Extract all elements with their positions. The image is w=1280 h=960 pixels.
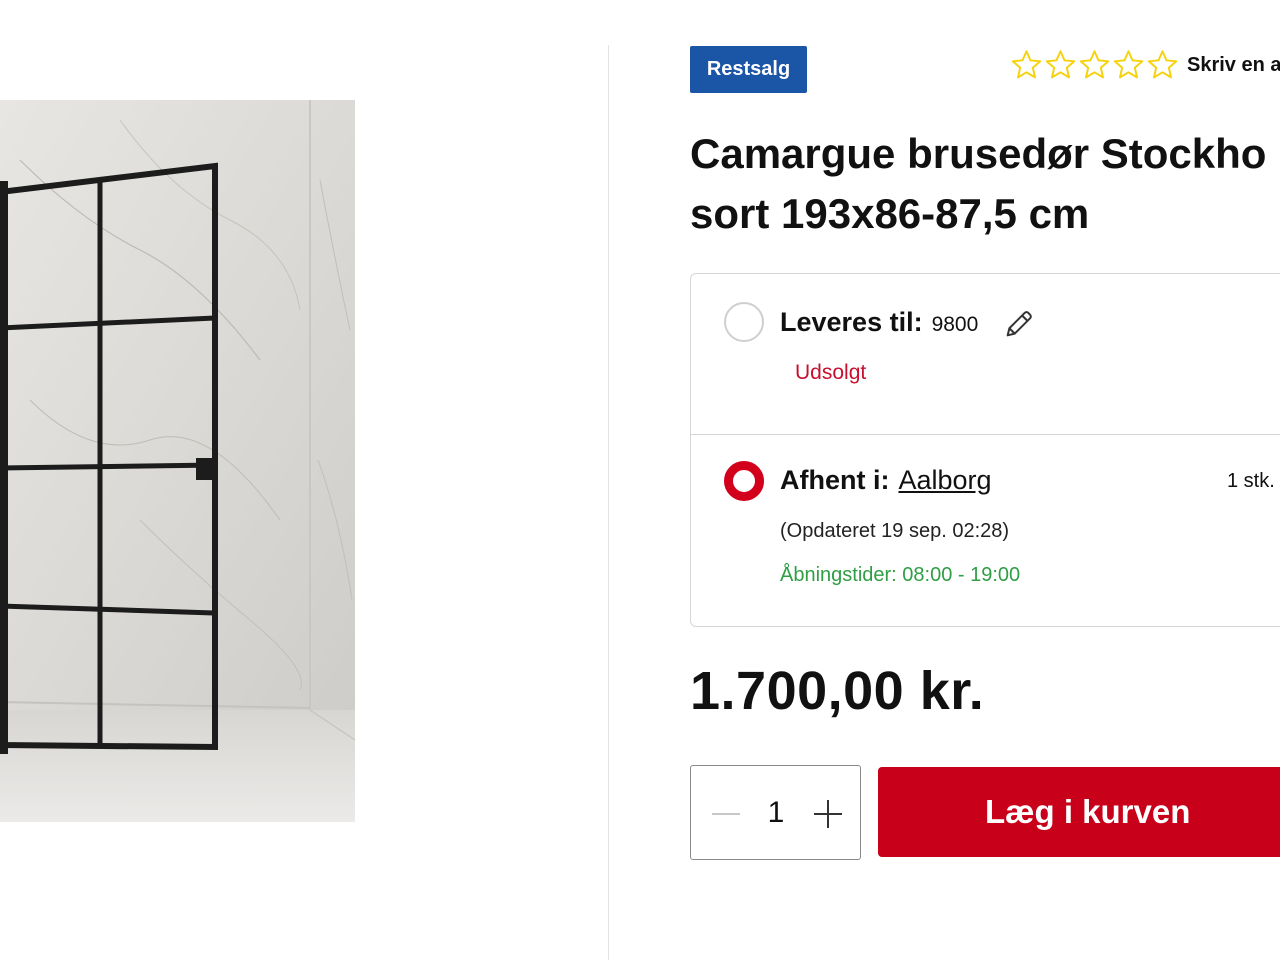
home-delivery-radio[interactable] [724,302,764,342]
price: 1.700,00 kr. [690,661,985,721]
delivery-options: Leveres til: 9800 Udsolgt Afhent i: Aalb… [690,273,1280,627]
store-name-link[interactable]: Aalborg [898,465,991,496]
home-delivery-title: Leveres til: [780,307,923,337]
product-title-line-1: Camargue brusedør Stockho [690,130,1267,177]
minus-icon [712,812,740,815]
write-review-link[interactable]: Skriv en a [1187,54,1280,77]
plus-icon [814,799,842,828]
star-icon[interactable] [1044,48,1077,82]
star-icon[interactable] [1146,48,1179,82]
delivery-option-store[interactable]: Afhent i: Aalborg 1 stk. (Opdateret 19 s… [691,434,1280,628]
stock-updated-time: (Opdateret 19 sep. 02:28) [780,520,1010,542]
shower-door-photo [0,100,355,822]
column-divider [608,45,609,960]
star-icon[interactable] [1112,48,1145,82]
product-gallery [0,0,608,960]
home-delivery-label: Leveres til: 9800 [780,307,978,338]
opening-hours: Åbningstider: 08:00 - 19:00 [780,564,1021,586]
store-pickup-label: Afhent i: Aalborg [780,465,992,496]
product-image[interactable] [0,100,355,822]
delivery-option-home[interactable]: Leveres til: 9800 Udsolgt [691,274,1280,435]
star-icon[interactable] [1078,48,1111,82]
rating[interactable]: Skriv en a [1010,48,1280,82]
product-title: Camargue brusedør Stockho sort 193x86-87… [690,124,1280,244]
product-title-line-2: sort 193x86-87,5 cm [690,190,1090,237]
product-info: Restsalg Skriv en a Camargue brusedør St… [690,0,1280,960]
store-pickup-title: Afhent i: [780,465,890,495]
store-pickup-radio[interactable] [724,461,764,501]
add-to-cart-button[interactable]: Læg i kurven [878,767,1280,857]
decrease-quantity-button[interactable] [701,766,751,861]
postal-code: 9800 [931,313,979,336]
star-rating[interactable] [1010,48,1179,82]
pencil-icon[interactable] [1002,307,1036,341]
increase-quantity-button[interactable] [803,766,853,861]
sold-out-status: Udsolgt [795,361,867,384]
star-icon[interactable] [1010,48,1043,82]
sale-badge: Restsalg [690,46,807,93]
stock-count: 1 stk. [1227,470,1275,492]
quantity-input[interactable] [751,766,801,859]
quantity-stepper [690,765,861,860]
